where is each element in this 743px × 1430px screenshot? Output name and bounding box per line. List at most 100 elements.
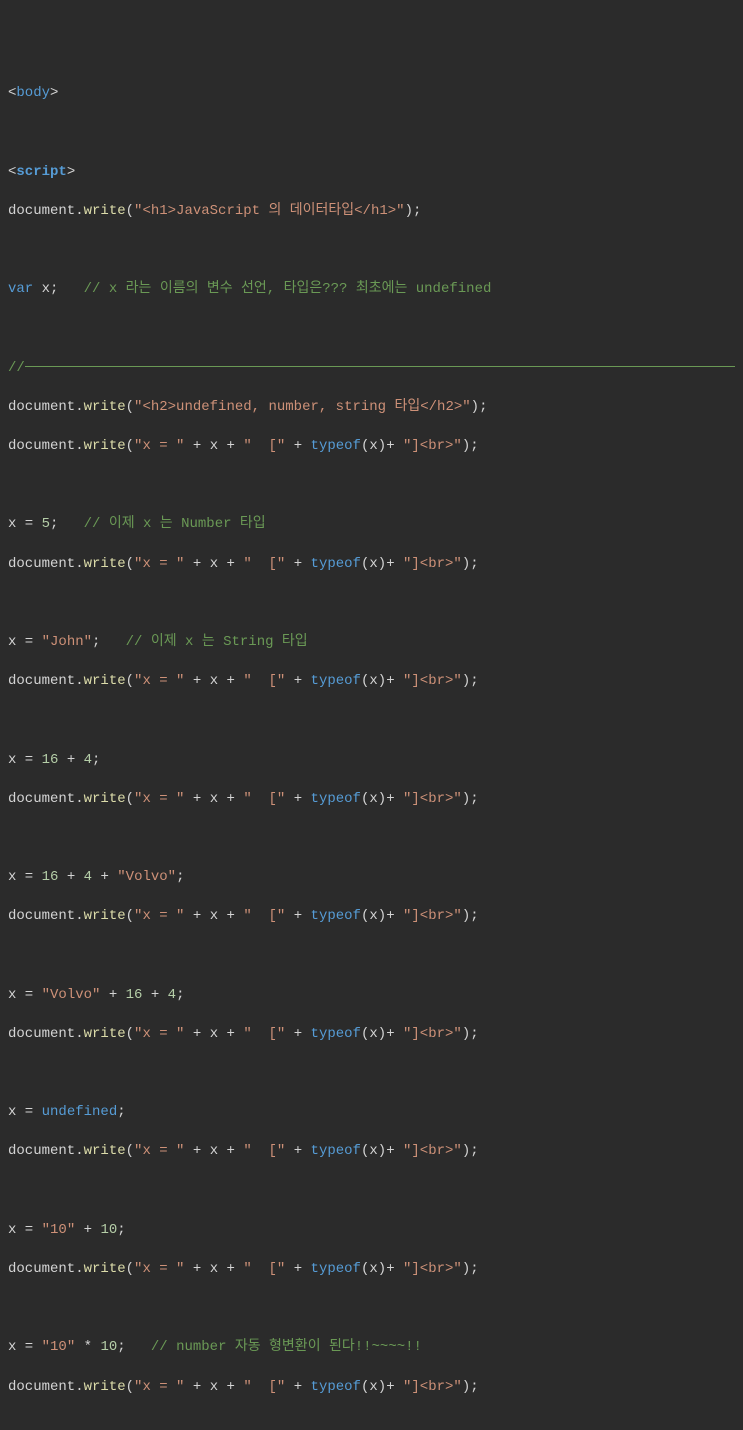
code-line-5[interactable] xyxy=(8,241,735,261)
op-plus: + xyxy=(285,438,310,454)
string-bracket-close: "]<br>" xyxy=(403,556,462,572)
code-line-25[interactable]: document.write("x = " + x + " [" + typeo… xyxy=(8,1025,735,1045)
keyword-typeof: typeof xyxy=(311,1143,361,1159)
ident-x: x xyxy=(210,1026,218,1042)
string-h1: "<h1>JavaScript 의 데이터타입</h1>" xyxy=(134,203,405,219)
code-line-18[interactable]: x = 16 + 4; xyxy=(8,751,735,771)
op-plus: + xyxy=(218,673,243,689)
string-bracket-open: " [" xyxy=(243,908,285,924)
code-line-30[interactable]: x = "10" + 10; xyxy=(8,1221,735,1241)
ident-document: document xyxy=(8,203,75,219)
code-line-15[interactable]: x = "John"; // 이제 x 는 String 타입 xyxy=(8,633,735,653)
number-16: 16 xyxy=(42,752,59,768)
code-line-12[interactable]: x = 5; // 이제 x 는 Number 타입 xyxy=(8,515,735,535)
code-line-19[interactable]: document.write("x = " + x + " [" + typeo… xyxy=(8,790,735,810)
code-line-2[interactable] xyxy=(8,124,735,144)
op-plus: + xyxy=(218,556,243,572)
string-xeq: "x = " xyxy=(134,1379,184,1395)
number-16: 16 xyxy=(42,869,59,885)
op-plus: + xyxy=(285,1143,310,1159)
keyword-typeof: typeof xyxy=(311,1379,361,1395)
string-bracket-close: "]<br>" xyxy=(403,791,462,807)
op-plus: + xyxy=(285,908,310,924)
code-line-3[interactable]: <script> xyxy=(8,163,735,183)
ident-document: document xyxy=(8,399,75,415)
code-line-1[interactable]: <body> xyxy=(8,84,735,104)
code-line-17[interactable] xyxy=(8,711,735,731)
method-write: write xyxy=(84,556,126,572)
string-bracket-open: " [" xyxy=(243,1143,285,1159)
method-write: write xyxy=(84,791,126,807)
code-line-4[interactable]: document.write("<h1>JavaScript 의 데이터타입</… xyxy=(8,202,735,222)
ident-x: x xyxy=(369,1261,377,1277)
code-line-10[interactable]: document.write("x = " + x + " [" + typeo… xyxy=(8,437,735,457)
code-line-23[interactable] xyxy=(8,947,735,967)
code-line-33[interactable]: x = "10" * 10; // number 자동 형변환이 된다!!~~~… xyxy=(8,1338,735,1358)
string-bracket-close: "]<br>" xyxy=(403,673,462,689)
string-bracket-close: "]<br>" xyxy=(403,1026,462,1042)
ident-x: x xyxy=(369,1026,377,1042)
code-line-34[interactable]: document.write("x = " + x + " [" + typeo… xyxy=(8,1378,735,1398)
assign-x: x = xyxy=(8,634,42,650)
code-line-22[interactable]: document.write("x = " + x + " [" + typeo… xyxy=(8,907,735,927)
ident-x: x xyxy=(210,791,218,807)
code-line-13[interactable]: document.write("x = " + x + " [" + typeo… xyxy=(8,555,735,575)
code-line-27[interactable]: x = undefined; xyxy=(8,1103,735,1123)
code-line-24[interactable]: x = "Volvo" + 16 + 4; xyxy=(8,986,735,1006)
op-plus: + xyxy=(285,556,310,572)
code-line-16[interactable]: document.write("x = " + x + " [" + typeo… xyxy=(8,672,735,692)
method-write: write xyxy=(84,1026,126,1042)
string-xeq: "x = " xyxy=(134,1261,184,1277)
assign-x: x = xyxy=(8,987,42,1003)
string-10: "10" xyxy=(42,1339,76,1355)
code-line-8-divider[interactable]: // xyxy=(8,359,735,379)
number-16: 16 xyxy=(126,987,143,1003)
number-10: 10 xyxy=(100,1222,117,1238)
string-bracket-close: "]<br>" xyxy=(403,908,462,924)
code-line-31[interactable]: document.write("x = " + x + " [" + typeo… xyxy=(8,1260,735,1280)
ident-x: x xyxy=(369,673,377,689)
op-plus: + xyxy=(218,1026,243,1042)
code-line-21[interactable]: x = 16 + 4 + "Volvo"; xyxy=(8,868,735,888)
ident-x: x xyxy=(210,1379,218,1395)
ident-x: x xyxy=(369,908,377,924)
assign-x: x = xyxy=(8,869,42,885)
ident-document: document xyxy=(8,908,75,924)
method-write: write xyxy=(84,1143,126,1159)
comment-number-type: // 이제 x 는 Number 타입 xyxy=(84,516,266,532)
number-4: 4 xyxy=(168,987,176,1003)
ident-x: x xyxy=(210,438,218,454)
comment-string-type: // 이제 x 는 String 타입 xyxy=(126,634,308,650)
code-line-32[interactable] xyxy=(8,1299,735,1319)
op-plus: + xyxy=(218,791,243,807)
code-line-28[interactable]: document.write("x = " + x + " [" + typeo… xyxy=(8,1142,735,1162)
number-5: 5 xyxy=(42,516,50,532)
op-plus: + xyxy=(218,1143,243,1159)
string-bracket-open: " [" xyxy=(243,1026,285,1042)
op-plus: + xyxy=(285,1261,310,1277)
ident-x: x xyxy=(210,556,218,572)
code-line-14[interactable] xyxy=(8,594,735,614)
string-xeq: "x = " xyxy=(134,556,184,572)
string-xeq: "x = " xyxy=(134,673,184,689)
keyword-var: var xyxy=(8,281,33,297)
string-bracket-open: " [" xyxy=(243,438,285,454)
method-write: write xyxy=(84,1379,126,1395)
code-line-9[interactable]: document.write("<h2>undefined, number, s… xyxy=(8,398,735,418)
method-write: write xyxy=(84,438,126,454)
string-bracket-close: "]<br>" xyxy=(403,1379,462,1395)
ident-x: x xyxy=(369,438,377,454)
string-xeq: "x = " xyxy=(134,791,184,807)
keyword-typeof: typeof xyxy=(311,673,361,689)
code-line-7[interactable] xyxy=(8,320,735,340)
code-line-26[interactable] xyxy=(8,1064,735,1084)
ident-document: document xyxy=(8,438,75,454)
code-line-11[interactable] xyxy=(8,476,735,496)
ident-document: document xyxy=(8,556,75,572)
code-line-6[interactable]: var x; // x 라는 이름의 변수 선언, 타입은??? 최초에는 un… xyxy=(8,280,735,300)
op-plus: + xyxy=(184,908,209,924)
code-line-20[interactable] xyxy=(8,829,735,849)
ident-document: document xyxy=(8,1143,75,1159)
op-plus: + xyxy=(285,1379,310,1395)
code-line-29[interactable] xyxy=(8,1182,735,1202)
